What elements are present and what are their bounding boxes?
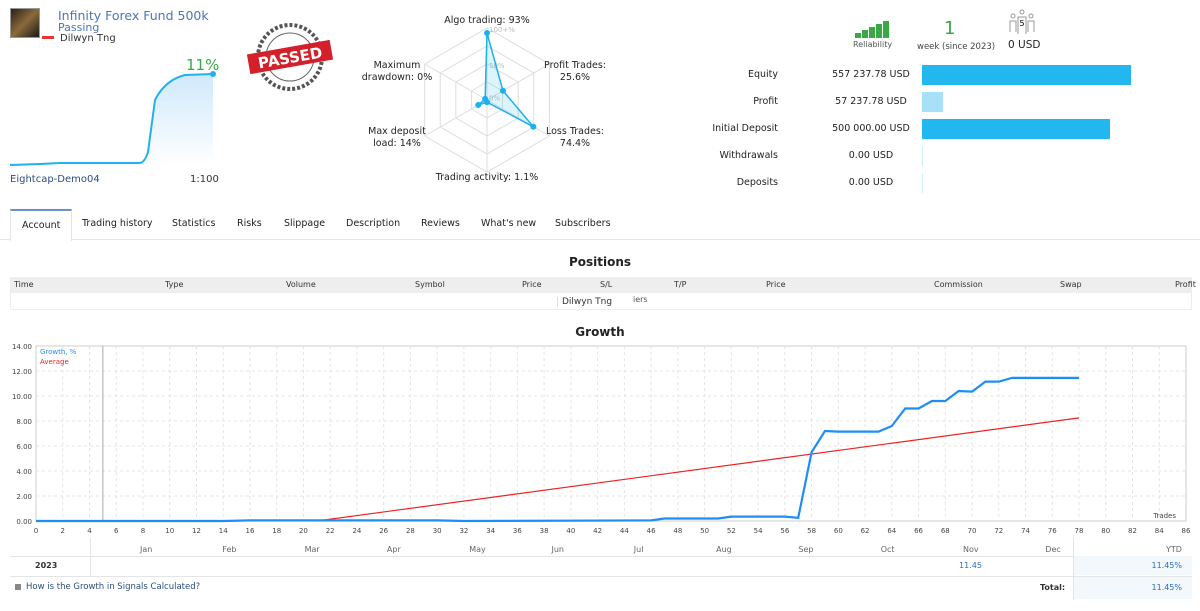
y-tick-label: 14.00	[12, 343, 32, 351]
x-tick-label: 40	[566, 527, 575, 535]
month-label: Sep	[798, 545, 814, 554]
x-tick-label: 52	[727, 527, 736, 535]
ytd-cell: 11.45%	[1074, 556, 1192, 575]
month-label: Oct	[880, 545, 895, 554]
total-cell: 11.45%	[1074, 577, 1192, 599]
x-tick-label: 58	[807, 527, 816, 535]
x-tick-label: 34	[486, 527, 495, 535]
x-tick-label: 26	[379, 527, 388, 535]
y-tick-label: 2.00	[16, 493, 32, 501]
x-tick-label: 20	[299, 527, 308, 535]
x-tick-label: 54	[754, 527, 763, 535]
month-label: Dec	[1045, 545, 1061, 554]
year-label: 2023	[35, 561, 58, 570]
x-tick-label: 36	[513, 527, 522, 535]
growth-chart: 0 2 4 6 8 10 12 14 16 18 20 22 24 26 28 30 32 34 36 38 40 42 4…	[12, 343, 1191, 535]
month-label: Mar	[304, 545, 320, 554]
x-tick-label: 28	[406, 527, 415, 535]
month-label: Jun	[551, 545, 565, 554]
x-tick-label: 48	[673, 527, 682, 535]
help-icon	[15, 584, 21, 590]
x-tick-label: 38	[540, 527, 549, 535]
x-tick-label: 16	[245, 527, 254, 535]
month-label: May	[469, 545, 486, 554]
month-label: Apr	[386, 545, 401, 554]
y-tick-label: 8.00	[16, 418, 32, 426]
x-axis-label: Trades	[1152, 512, 1176, 520]
x-tick-label: 8	[141, 527, 145, 535]
x-tick-label: 76	[1048, 527, 1057, 535]
x-tick-label: 50	[700, 527, 709, 535]
x-tick-label: 32	[459, 527, 468, 535]
x-tick-label: 56	[780, 527, 789, 535]
x-tick-label: 74	[1021, 527, 1030, 535]
x-tick-label: 12	[192, 527, 201, 535]
month-label: Jul	[633, 545, 644, 554]
x-tick-label: 70	[968, 527, 977, 535]
legend-item: Growth, %	[40, 348, 77, 356]
x-tick-label: 86	[1182, 527, 1191, 535]
x-tick-label: 82	[1128, 527, 1137, 535]
x-tick-label: 42	[593, 527, 602, 535]
plot-area	[35, 345, 1187, 522]
x-tick-label: 72	[994, 527, 1003, 535]
x-tick-label: 4	[87, 527, 92, 535]
x-tick-label: 84	[1155, 527, 1164, 535]
x-tick-label: 62	[861, 527, 870, 535]
x-tick-label: 10	[165, 527, 174, 535]
x-tick-label: 24	[352, 527, 361, 535]
month-label: Nov	[963, 545, 979, 554]
x-tick-label: 46	[647, 527, 656, 535]
x-tick-label: 78	[1075, 527, 1084, 535]
x-tick-label: 18	[272, 527, 281, 535]
x-tick-label: 6	[114, 527, 119, 535]
x-tick-label: 60	[834, 527, 843, 535]
total-label: Total:	[1040, 583, 1066, 592]
x-tick-label: 14	[219, 527, 228, 535]
month-label: Jan	[140, 545, 153, 554]
y-tick-label: 6.00	[16, 443, 32, 451]
x-tick-label: 66	[914, 527, 923, 535]
y-tick-label: 4.00	[16, 468, 32, 476]
x-tick-label: 68	[941, 527, 950, 535]
growth-help-link[interactable]: How is the Growth in Signals Calculated?	[26, 582, 200, 592]
month-label: Aug	[716, 545, 732, 554]
x-tick-label: 44	[620, 527, 629, 535]
month-label: Feb	[222, 545, 237, 554]
y-tick-label: 12.00	[12, 368, 32, 376]
y-tick-label: 10.00	[12, 393, 32, 401]
ytd-label: YTD	[1166, 545, 1182, 554]
total-value: 11.45%	[1151, 583, 1182, 592]
x-tick-label: 2	[61, 527, 65, 535]
x-tick-label: 64	[887, 527, 896, 535]
x-tick-label: 22	[326, 527, 335, 535]
column-divider	[90, 538, 91, 576]
x-tick-label: 0	[34, 527, 38, 535]
x-tick-label: 80	[1101, 527, 1110, 535]
x-tick-label: 30	[433, 527, 442, 535]
y-tick-label: 0.00	[16, 518, 32, 526]
ytd-value: 11.45%	[1151, 561, 1182, 570]
legend-item: Average	[40, 358, 69, 366]
nov-growth-value[interactable]: 11.45	[959, 561, 982, 570]
